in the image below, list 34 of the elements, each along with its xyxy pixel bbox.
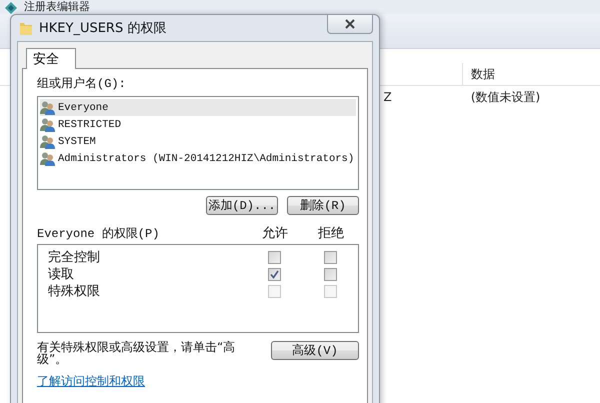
close-button[interactable] xyxy=(327,15,373,34)
window-title: 注册表编辑器 xyxy=(24,1,90,13)
permissions-label: Everyone 的权限(P) xyxy=(37,226,160,242)
user-item[interactable]: Everyone xyxy=(40,99,356,116)
add-button[interactable]: 添加(D)... xyxy=(206,196,278,215)
user-item[interactable]: RESTRICTED xyxy=(40,116,356,133)
advanced-note: 有关特殊权限或高级设置，请单击“高级”。 xyxy=(37,341,236,365)
users-icon xyxy=(40,118,56,132)
permission-label: 特殊权限 xyxy=(47,283,101,300)
user-item[interactable]: Administrators (WIN-20141212HIZ\Administrators) xyxy=(40,150,356,167)
checkbox[interactable] xyxy=(324,268,336,280)
column-header: 拒绝 xyxy=(317,225,345,242)
column-header[interactable]: 数据 xyxy=(462,63,600,85)
column-header: 允许 xyxy=(261,225,289,242)
help-link[interactable]: 了解访问控制和权限 xyxy=(37,373,145,390)
checkbox[interactable] xyxy=(268,250,280,264)
dialog-title: HKEY_USERS 的权限 xyxy=(39,20,166,37)
table-cell-text: (数值未设置) xyxy=(470,88,542,106)
permission-label: 完全控制 xyxy=(47,249,101,266)
advanced-button[interactable]: 高级(V) xyxy=(271,341,359,360)
tab[interactable]: 安全 xyxy=(26,48,76,69)
checkbox[interactable] xyxy=(268,268,280,280)
remove-button[interactable]: 删除(R) xyxy=(287,196,359,215)
folder-icon xyxy=(19,20,33,36)
user-item[interactable]: SYSTEM xyxy=(40,133,356,150)
close-icon xyxy=(344,19,356,29)
users-icon xyxy=(40,100,56,114)
permission-label: 读取 xyxy=(47,266,75,283)
users-icon xyxy=(40,152,56,166)
table-cell-text: Z xyxy=(382,90,393,104)
users-label: 组或用户名(G): xyxy=(37,76,127,92)
users-icon xyxy=(40,134,56,148)
checkbox[interactable] xyxy=(324,250,336,264)
registry-icon xyxy=(4,0,18,14)
